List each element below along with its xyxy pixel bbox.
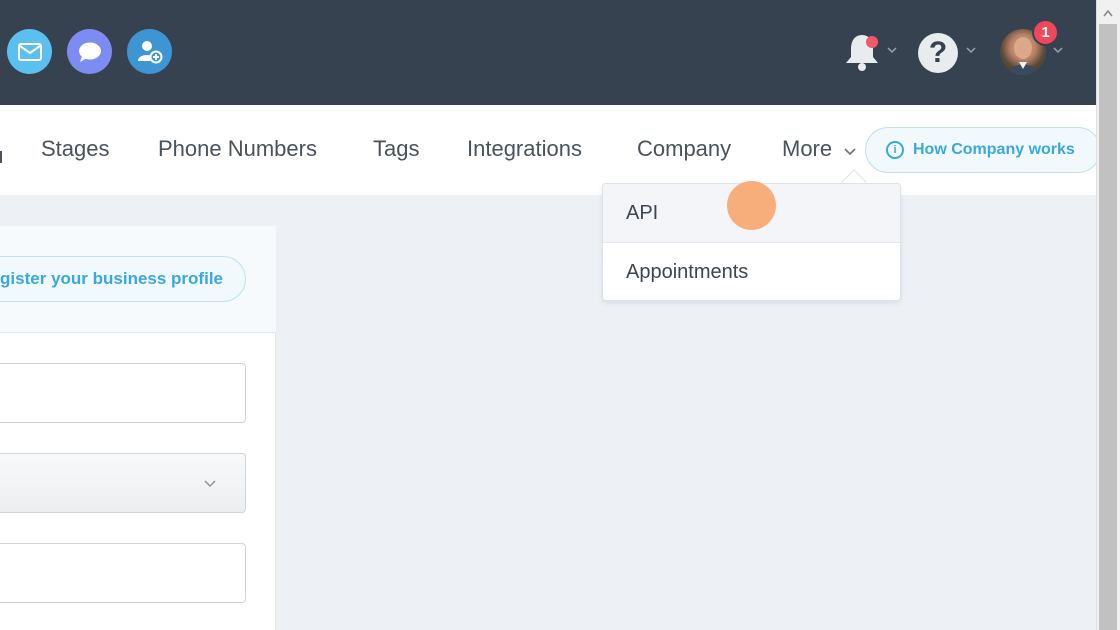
add-user-icon[interactable] [127,29,172,74]
register-business-profile-label: egister your business profile [0,269,223,288]
menu-item-label: API [626,201,659,224]
tab-tags[interactable]: Tags [373,136,419,162]
chevron-down-icon[interactable] [887,45,897,55]
scroll-up-arrow-icon[interactable] [1103,9,1113,17]
notification-dot [866,36,878,48]
scrollbar-thumb[interactable] [1099,24,1117,630]
chevron-down-icon[interactable] [1053,45,1063,55]
tab-stages[interactable]: Stages [41,136,110,162]
tab-more[interactable]: More [782,136,832,162]
register-business-profile-button[interactable]: egister your business profile [0,256,246,302]
text-field[interactable] [0,363,246,423]
how-company-works-button[interactable]: i How Company works [865,127,1101,173]
chat-icon[interactable] [67,29,112,74]
text-field[interactable] [0,543,246,603]
menu-item-appointments[interactable]: Appointments [603,243,900,300]
tab-fragment [0,151,2,163]
chevron-down-icon[interactable] [966,45,976,55]
chevron-down-icon[interactable] [843,146,857,156]
cursor-indicator [727,181,776,230]
select-field[interactable] [0,453,246,513]
notification-badge: 1 [1032,19,1059,46]
chevron-down-icon [204,480,216,488]
info-icon: i [886,141,904,159]
menu-item-label: Appointments [626,261,749,283]
mail-icon[interactable] [7,29,52,74]
tab-integrations[interactable]: Integrations [467,136,582,162]
tab-phone-numbers[interactable]: Phone Numbers [158,136,317,162]
help-icon[interactable]: ? [918,33,958,73]
how-company-works-label: How Company works [913,141,1075,158]
tab-company[interactable]: Company [637,136,731,162]
